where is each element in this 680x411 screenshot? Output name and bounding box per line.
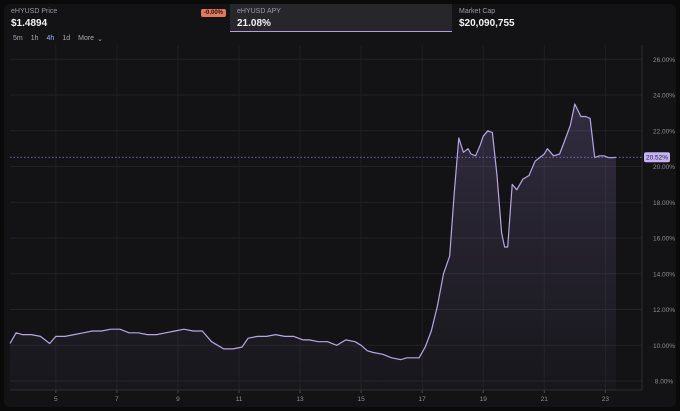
x-tick-label: 19 — [480, 396, 488, 403]
chevron-down-icon: ⌄ — [97, 35, 103, 43]
x-tick-label: 7 — [115, 396, 119, 403]
market-cap-value: $20,090,755 — [459, 18, 515, 29]
apy-value: 21.08% — [237, 18, 271, 29]
interval-4h-button[interactable]: 4h — [47, 35, 55, 42]
price-label: eHYUSD Price — [11, 8, 58, 15]
price-change-badge: -0.00% — [200, 9, 226, 17]
interval-1h-button[interactable]: 1h — [31, 35, 39, 42]
stats-bar: eHYUSD Price $1.4894 -0.00% eHYUSD APY 2… — [4, 4, 676, 32]
chart-panel: eHYUSD Price $1.4894 -0.00% eHYUSD APY 2… — [4, 4, 676, 407]
apy-chart[interactable]: 8.00% 10.00% 12.00% 14.00% 16.00% 18.00% 20.00… — [4, 45, 676, 407]
x-tick-label: 15 — [357, 396, 365, 403]
y-tick-label: 26.00% — [653, 57, 675, 64]
market-cap-label: Market Cap — [459, 8, 496, 15]
y-tick-label: 10.00% — [653, 343, 675, 350]
apy-label: eHYUSD APY — [237, 8, 281, 15]
interval-5m-button[interactable]: 5m — [13, 35, 23, 42]
y-tick-label: 12.00% — [653, 307, 675, 314]
y-tick-label: 20.00% — [653, 164, 675, 171]
x-tick-label: 9 — [176, 396, 180, 403]
x-tick-label: 11 — [236, 396, 243, 403]
price-stat-tab[interactable]: eHYUSD Price $1.4894 -0.00% — [4, 4, 230, 32]
x-tick-label: 17 — [419, 396, 427, 403]
x-tick-label: 13 — [296, 396, 304, 403]
more-label: More — [78, 35, 95, 42]
current-value-label: 20.52% — [646, 155, 668, 162]
y-tick-label: 18.00% — [653, 200, 675, 207]
apy-area-fill — [10, 104, 616, 390]
x-tick-label: 21 — [541, 396, 549, 403]
x-tick-label: 23 — [602, 396, 610, 403]
y-tick-label: 16.00% — [653, 236, 675, 243]
market-cap-stat-tab[interactable]: Market Cap $20,090,755 — [452, 4, 676, 32]
interval-1d-button[interactable]: 1d — [62, 35, 70, 42]
apy-stat-tab[interactable]: eHYUSD APY 21.08% — [230, 4, 452, 32]
y-tick-label: 22.00% — [653, 128, 675, 135]
interval-selector: 5m 1h 4h 1d More ⌄ — [4, 32, 676, 45]
y-tick-label: 24.00% — [653, 93, 675, 100]
x-tick-label: 5 — [54, 396, 58, 403]
more-intervals-button[interactable]: More ⌄ — [78, 35, 111, 43]
y-tick-label: 8.00% — [655, 379, 674, 386]
price-value: $1.4894 — [11, 18, 48, 29]
y-tick-label: 14.00% — [653, 271, 675, 278]
